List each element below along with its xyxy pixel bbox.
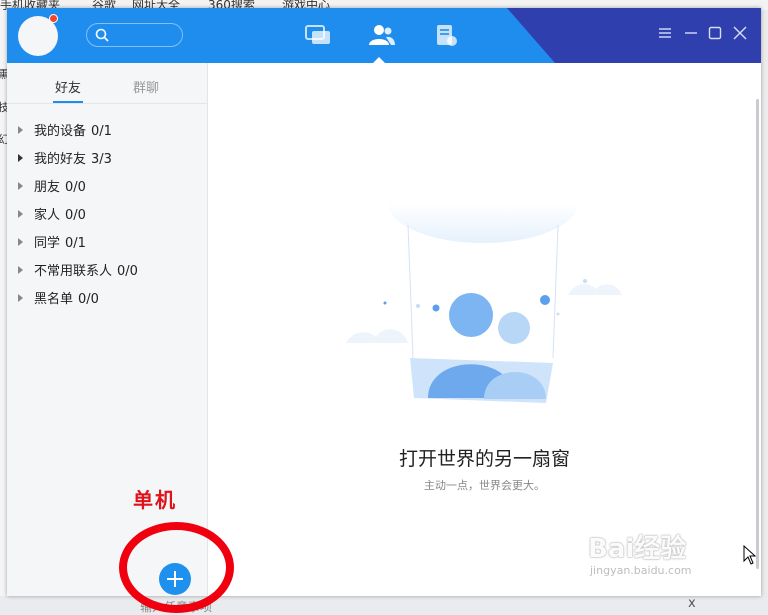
expand-arrow-icon [18,182,23,190]
chat-icon[interactable] [305,24,331,46]
group-row-friends[interactable]: 朋友 0/0 [18,176,86,196]
group-label: 我的设备 [34,124,87,139]
annotation-circle [119,522,234,613]
group-label: 黑名单 [34,292,74,307]
group-label: 同学 [34,236,61,251]
annotation-label: 单机 [133,488,177,512]
contacts-icon[interactable] [368,24,396,46]
browser-right-edge [761,10,768,615]
expand-arrow-icon [18,294,23,302]
group-row-classmates[interactable]: 同学 0/1 [18,232,86,252]
title-bar [7,8,761,63]
group-label: 家人 [34,208,61,223]
group-row-family[interactable]: 家人 0/0 [18,204,86,224]
group-label: 朋友 [34,180,61,195]
welcome-title: 打开世界的另一扇窗 [398,448,570,470]
expand-arrow-icon [18,126,23,134]
group-row-blacklist[interactable]: 黑名单 0/0 [18,288,99,308]
group-label: 不常用联系人 [34,264,113,279]
welcome-subtitle: 主动一点，世界会更大。 [424,479,545,492]
expand-arrow-icon [18,266,23,274]
maximize-icon[interactable] [708,26,722,40]
group-count: 0/0 [65,208,86,223]
search-box[interactable] [86,23,183,47]
qq-main-window: 好友 群聊 我的设备 0/1 我的好友 3/3 朋友 0/0 家人 0/0 同学 0/1 … [7,8,761,596]
window-illustration [346,203,622,403]
title-decoration [507,8,761,63]
browser-bottom-strip: 输入任意事项 x [0,596,768,615]
close-icon[interactable] [733,26,747,40]
group-row-my-friends[interactable]: 我的好友 3/3 [18,148,112,168]
watermark-brand: Bai [588,534,635,564]
group-label: 我的好友 [34,152,87,167]
watermark-brand-suffix: 经验 [634,534,687,564]
scrollbar[interactable] [756,99,759,569]
group-count: 0/1 [65,236,86,251]
watermark: Bai经验 jingyan.baidu.com [588,528,692,577]
sidebar-tabs: 好友 群聊 [7,63,207,104]
group-count: 0/0 [78,292,99,307]
status-dot [49,14,58,23]
expand-arrow-icon [18,238,23,246]
menu-icon[interactable] [658,26,672,40]
bottom-close-icon[interactable]: x [688,596,696,611]
mouse-cursor-icon [743,545,757,565]
tab-groups[interactable]: 群聊 [133,77,159,96]
group-count: 0/0 [65,180,86,195]
document-icon[interactable] [435,24,459,48]
group-count: 0/0 [117,264,138,279]
group-row-infrequent[interactable]: 不常用联系人 0/0 [18,260,138,280]
watermark-url: jingyan.baidu.com [590,564,692,577]
group-count: 3/3 [91,152,112,167]
minimize-icon[interactable] [684,26,698,40]
browser-left-edge: 熏 技 幻 [0,10,9,615]
active-tab-underline [53,101,83,103]
expand-arrow-icon [18,210,23,218]
tab-friends[interactable]: 好友 [55,77,81,96]
search-icon [95,28,109,42]
contacts-sidebar: 好友 群聊 我的设备 0/1 我的好友 3/3 朋友 0/0 家人 0/0 同学 0/1 … [7,63,208,596]
group-count: 0/1 [91,124,112,139]
group-row-devices[interactable]: 我的设备 0/1 [18,120,112,140]
main-panel: 打开世界的另一扇窗 主动一点，世界会更大。 [208,63,761,596]
expand-arrow-icon [18,154,23,162]
